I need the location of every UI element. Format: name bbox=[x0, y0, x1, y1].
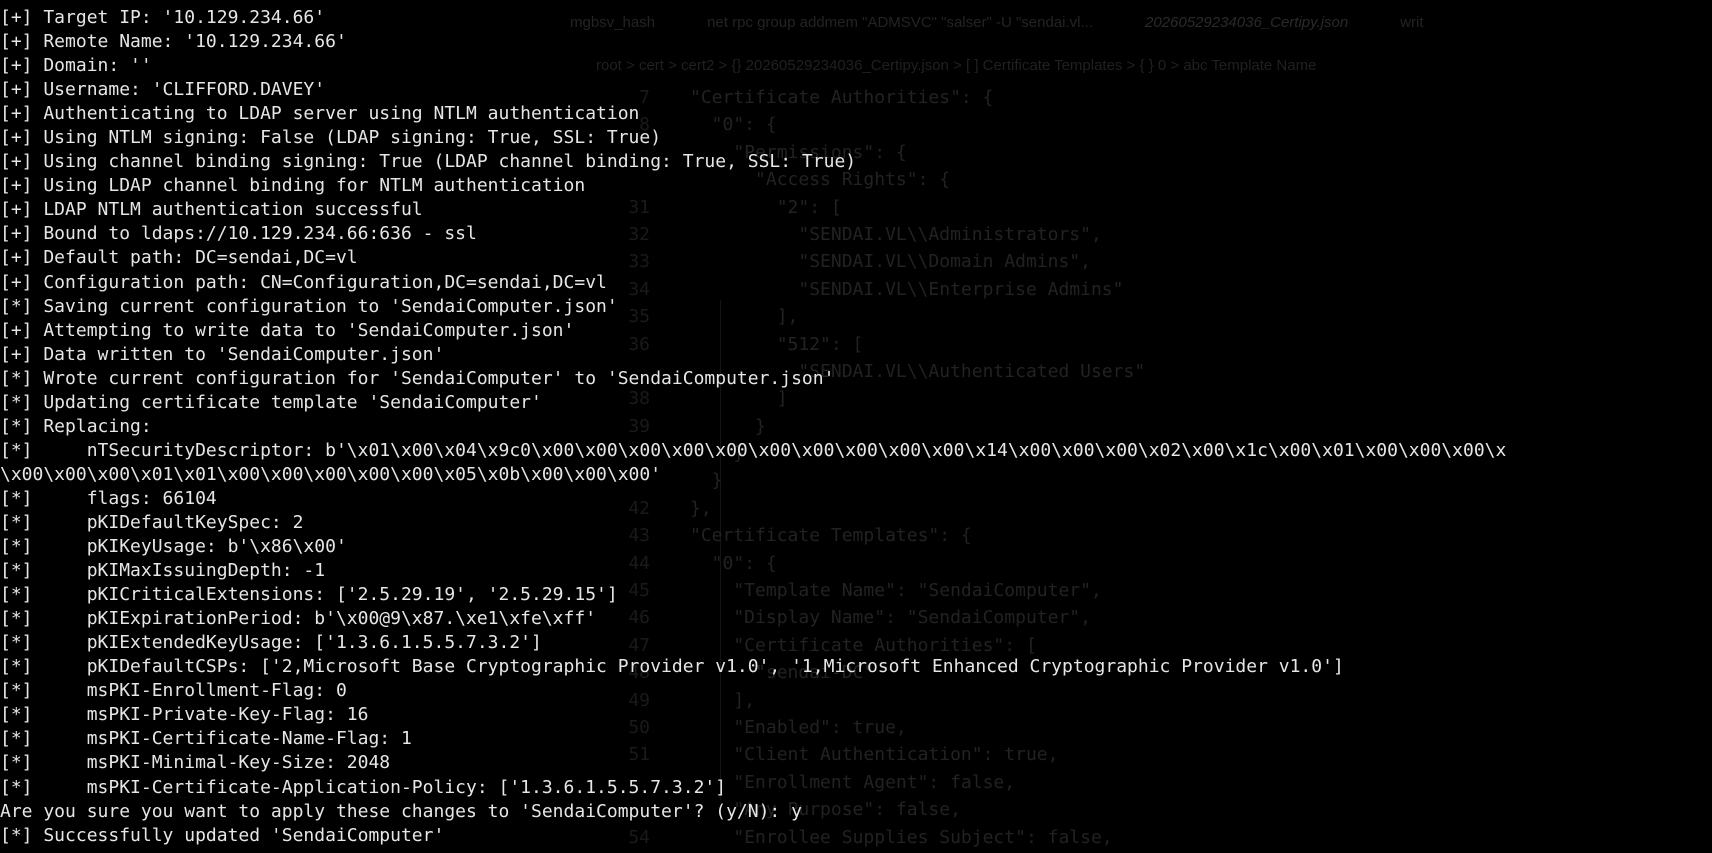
terminal-line: [+] Attempting to write data to 'SendaiC… bbox=[0, 319, 575, 341]
terminal-line: [*] pKIExpirationPeriod: b'\x00@9\x87.\x… bbox=[0, 608, 597, 630]
terminal-line: [*] msPKI-Certificate-Name-Flag: 1 bbox=[0, 728, 412, 750]
terminal-line: [*] pKIKeyUsage: b'\x86\x00' bbox=[0, 536, 347, 558]
terminal-line: [+] Using LDAP channel binding for NTLM … bbox=[0, 175, 586, 197]
terminal-line: [*] Wrote current configuration for 'Sen… bbox=[0, 367, 835, 389]
terminal-line: [+] Using channel binding signing: True … bbox=[0, 151, 857, 173]
terminal-line: [*] msPKI-Private-Key-Flag: 16 bbox=[0, 704, 369, 726]
terminal-line: [+] Authenticating to LDAP server using … bbox=[0, 103, 640, 125]
terminal-line: [+] Username: 'CLIFFORD.DAVEY' bbox=[0, 79, 326, 101]
terminal-line: [*] Saving current configuration to 'Sen… bbox=[0, 295, 618, 317]
terminal-output: [+] Target IP: '10.129.234.66' [+] Remote… bbox=[0, 6, 1712, 848]
terminal-line: [*] pKIDefaultCSPs: ['2,Microsoft Base C… bbox=[0, 656, 1344, 678]
terminal-line: [+] Using NTLM signing: False (LDAP sign… bbox=[0, 127, 662, 149]
terminal-line: Are you sure you want to apply these cha… bbox=[0, 800, 802, 822]
terminal-line: [+] Configuration path: CN=Configuration… bbox=[0, 271, 607, 293]
terminal-line: [+] Remote Name: '10.129.234.66' bbox=[0, 31, 347, 53]
terminal-line: [*] msPKI-Certificate-Application-Policy… bbox=[0, 776, 727, 798]
terminal-line: [+] Domain: '' bbox=[0, 55, 152, 77]
terminal-line: [*] pKIExtendedKeyUsage: ['1.3.6.1.5.5.7… bbox=[0, 632, 542, 654]
terminal-line: [+] LDAP NTLM authentication successful bbox=[0, 199, 423, 221]
terminal-line: [*] flags: 66104 bbox=[0, 487, 217, 509]
screen: mgbsv_hash net rpc group addmem "ADMSVC"… bbox=[0, 0, 1712, 853]
terminal-line: [*] pKIMaxIssuingDepth: -1 bbox=[0, 560, 326, 582]
terminal-line: [*] msPKI-Minimal-Key-Size: 2048 bbox=[0, 752, 391, 774]
terminal-line: [+] Bound to ldaps://10.129.234.66:636 -… bbox=[0, 223, 477, 245]
terminal-line: [*] Successfully updated 'SendaiComputer… bbox=[0, 824, 445, 846]
terminal-line: [*] msPKI-Enrollment-Flag: 0 bbox=[0, 680, 347, 702]
terminal-line: [*] Replacing: bbox=[0, 415, 152, 437]
terminal-line: [+] Data written to 'SendaiComputer.json… bbox=[0, 343, 445, 365]
terminal-line: [*] nTSecurityDescriptor: b'\x01\x00\x04… bbox=[0, 439, 1507, 461]
terminal-line: [+] Target IP: '10.129.234.66' bbox=[0, 7, 326, 28]
terminal-line: \x00\x00\x00\x01\x01\x00\x00\x00\x00\x00… bbox=[0, 463, 662, 485]
terminal-line: [*] Updating certificate template 'Senda… bbox=[0, 391, 542, 413]
terminal-line: [+] Default path: DC=sendai,DC=vl bbox=[0, 247, 358, 269]
terminal-line: [*] pKICriticalExtensions: ['2.5.29.19',… bbox=[0, 584, 618, 606]
terminal-line: [*] pKIDefaultKeySpec: 2 bbox=[0, 511, 304, 533]
